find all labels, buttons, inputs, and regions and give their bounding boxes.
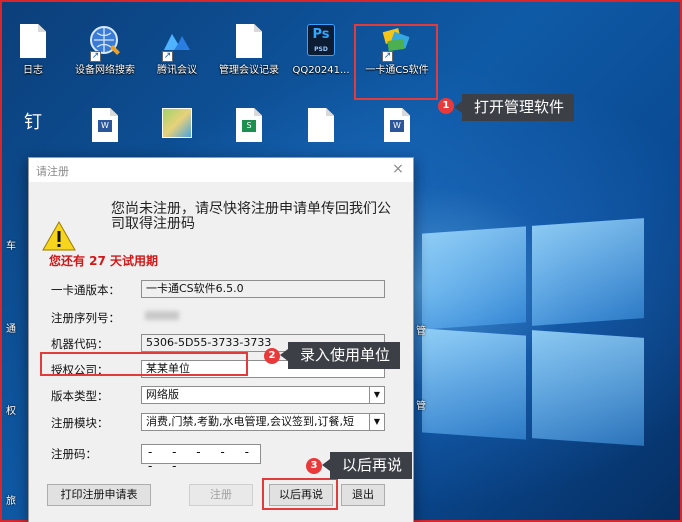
- psd-sub: PSD: [314, 46, 328, 53]
- desktop-icon-doc[interactable]: [284, 108, 358, 149]
- desktop-icon-qq-psd[interactable]: Ps PSD QQ20241...: [284, 24, 358, 77]
- photoshop-icon: Ps PSD: [304, 24, 338, 62]
- document-icon: [304, 108, 338, 146]
- trial-remaining: 您还有 27 天试用期: [49, 254, 159, 268]
- right-edge-label: 管: [416, 401, 426, 412]
- card-app-highlight: [354, 24, 438, 100]
- left-edge-label: 旅: [6, 496, 16, 507]
- regcode-label: 注册码：: [51, 447, 97, 461]
- dingtalk-icon: 钉: [24, 112, 42, 133]
- desktop-icon-label: QQ20241...: [292, 65, 350, 76]
- globe-search-icon: ↗: [88, 24, 122, 62]
- desktop-icon-label: 日志: [23, 65, 43, 76]
- dialog-title: 请注册: [36, 165, 69, 178]
- dialog-titlebar[interactable]: 请注册 ×: [29, 158, 413, 182]
- step-number-2: 2: [264, 348, 280, 364]
- desktop-icon-sheet[interactable]: S: [212, 108, 286, 149]
- desktop: 日志 ↗ 设备网络搜索 ↗ 腾讯会议 管理会议记录 Ps PSD QQ20241…: [0, 0, 682, 522]
- desktop-icon-label: 腾讯会议: [157, 65, 197, 76]
- desktop-icon-tencent-meeting[interactable]: ↗ 腾讯会议: [140, 24, 214, 77]
- word-document-icon: W: [88, 108, 122, 146]
- version-type-value: 网络版: [146, 388, 179, 401]
- desktop-icon-log[interactable]: 日志: [0, 24, 70, 77]
- step-number-3: 3: [306, 458, 322, 474]
- print-application-button[interactable]: 打印注册申请表: [47, 484, 151, 506]
- left-edge-label: 权: [6, 406, 16, 417]
- chevron-down-icon[interactable]: ▼: [369, 414, 384, 430]
- machine-code-label: 机器代码：: [51, 337, 109, 351]
- spreadsheet-icon: S: [232, 108, 266, 146]
- word-document-icon: W: [380, 108, 414, 146]
- step-number-1: 1: [438, 98, 454, 114]
- exit-button[interactable]: 退出: [341, 484, 385, 506]
- tencent-meeting-icon: ↗: [160, 24, 194, 62]
- document-icon: [232, 24, 266, 62]
- later-highlight: [262, 478, 338, 510]
- module-value: 消费,门禁,考勤,水电管理,会议签到,订餐,短: [146, 415, 354, 428]
- module-select[interactable]: 消费,门禁,考勤,水电管理,会议签到,订餐,短 ▼: [141, 413, 385, 431]
- map-image-icon: [160, 108, 194, 146]
- desktop-icon-dingtalk[interactable]: 钉: [0, 108, 70, 149]
- document-icon: [16, 24, 50, 62]
- desktop-icon-label: 管理会议记录: [219, 65, 279, 76]
- callout-open-software: 打开管理软件: [453, 94, 575, 121]
- close-icon[interactable]: ×: [389, 160, 407, 178]
- desktop-icon-meeting-notes[interactable]: 管理会议记录: [212, 24, 286, 77]
- serial-label: 注册序列号：: [51, 311, 120, 325]
- callout-enter-company: 录入使用单位: [279, 342, 401, 369]
- serial-redacted: [145, 311, 179, 320]
- ps-badge: Ps: [312, 27, 330, 42]
- warning-icon: [42, 220, 76, 251]
- left-edge-label: 通: [6, 324, 16, 335]
- company-highlight: [40, 352, 248, 376]
- regcode-input[interactable]: - - - - - - -: [141, 444, 261, 473]
- callout-later: 以后再说: [321, 452, 413, 479]
- desktop-icon-label: 设备网络搜索: [75, 65, 135, 76]
- right-edge-label: 管: [416, 326, 426, 337]
- version-type-select[interactable]: 网络版 ▼: [141, 386, 385, 404]
- left-edge-label: 车: [6, 241, 16, 252]
- serial-field: [141, 308, 385, 326]
- desktop-icon-device-search[interactable]: ↗ 设备网络搜索: [68, 24, 142, 77]
- module-label: 注册模块：: [51, 416, 109, 430]
- version-label: 一卡通版本：: [51, 283, 120, 297]
- version-field: 一卡通CS软件6.5.0: [141, 280, 385, 298]
- desktop-icon-map[interactable]: [140, 108, 214, 149]
- register-message: 您尚未注册，请尽快将注册申请单传回我们公司取得注册码: [111, 201, 391, 232]
- chevron-down-icon[interactable]: ▼: [369, 386, 385, 404]
- desktop-icon-word-1[interactable]: W: [68, 108, 142, 149]
- version-type-label: 版本类型：: [51, 389, 109, 403]
- desktop-icon-word-2[interactable]: W: [360, 108, 434, 149]
- register-button[interactable]: 注册: [189, 484, 253, 506]
